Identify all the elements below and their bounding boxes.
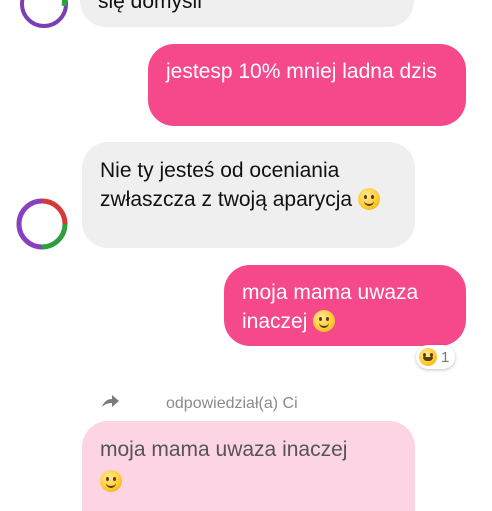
reply-arrow-icon — [100, 393, 120, 414]
outgoing-message[interactable]: jestesp 10% mniej ladna dzis — [148, 44, 466, 126]
contact-avatar[interactable] — [16, 198, 68, 250]
slightly-smiling-face-icon — [313, 310, 336, 332]
message-text: jestesp 10% mniej ladna dzis — [166, 60, 437, 83]
message-reaction[interactable]: 1 — [416, 345, 456, 369]
incoming-message[interactable]: Nie ty jesteś od oceniania zwłaszcza z t… — [82, 142, 415, 248]
reaction-count: 1 — [441, 348, 450, 366]
quoted-text: moja mama uwaza inaczej — [100, 438, 348, 461]
message-text: Nie ty jesteś od oceniania zwłaszcza z t… — [100, 159, 353, 211]
contact-avatar[interactable] — [20, 0, 68, 28]
reply-label: odpowiedział(a) Ci — [166, 394, 298, 412]
message-text: się domyśli — [98, 0, 202, 13]
reply-indicator: odpowiedział(a) Ci — [100, 393, 298, 414]
quoted-message[interactable]: moja mama uwaza inaczej — [82, 421, 415, 511]
laughing-face-icon — [419, 348, 437, 366]
slightly-smiling-face-icon — [357, 188, 380, 210]
outgoing-message[interactable]: moja mama uwaza inaczej — [224, 265, 466, 346]
incoming-message[interactable]: się domyśli — [80, 0, 414, 27]
slightly-smiling-face-icon — [100, 470, 122, 492]
